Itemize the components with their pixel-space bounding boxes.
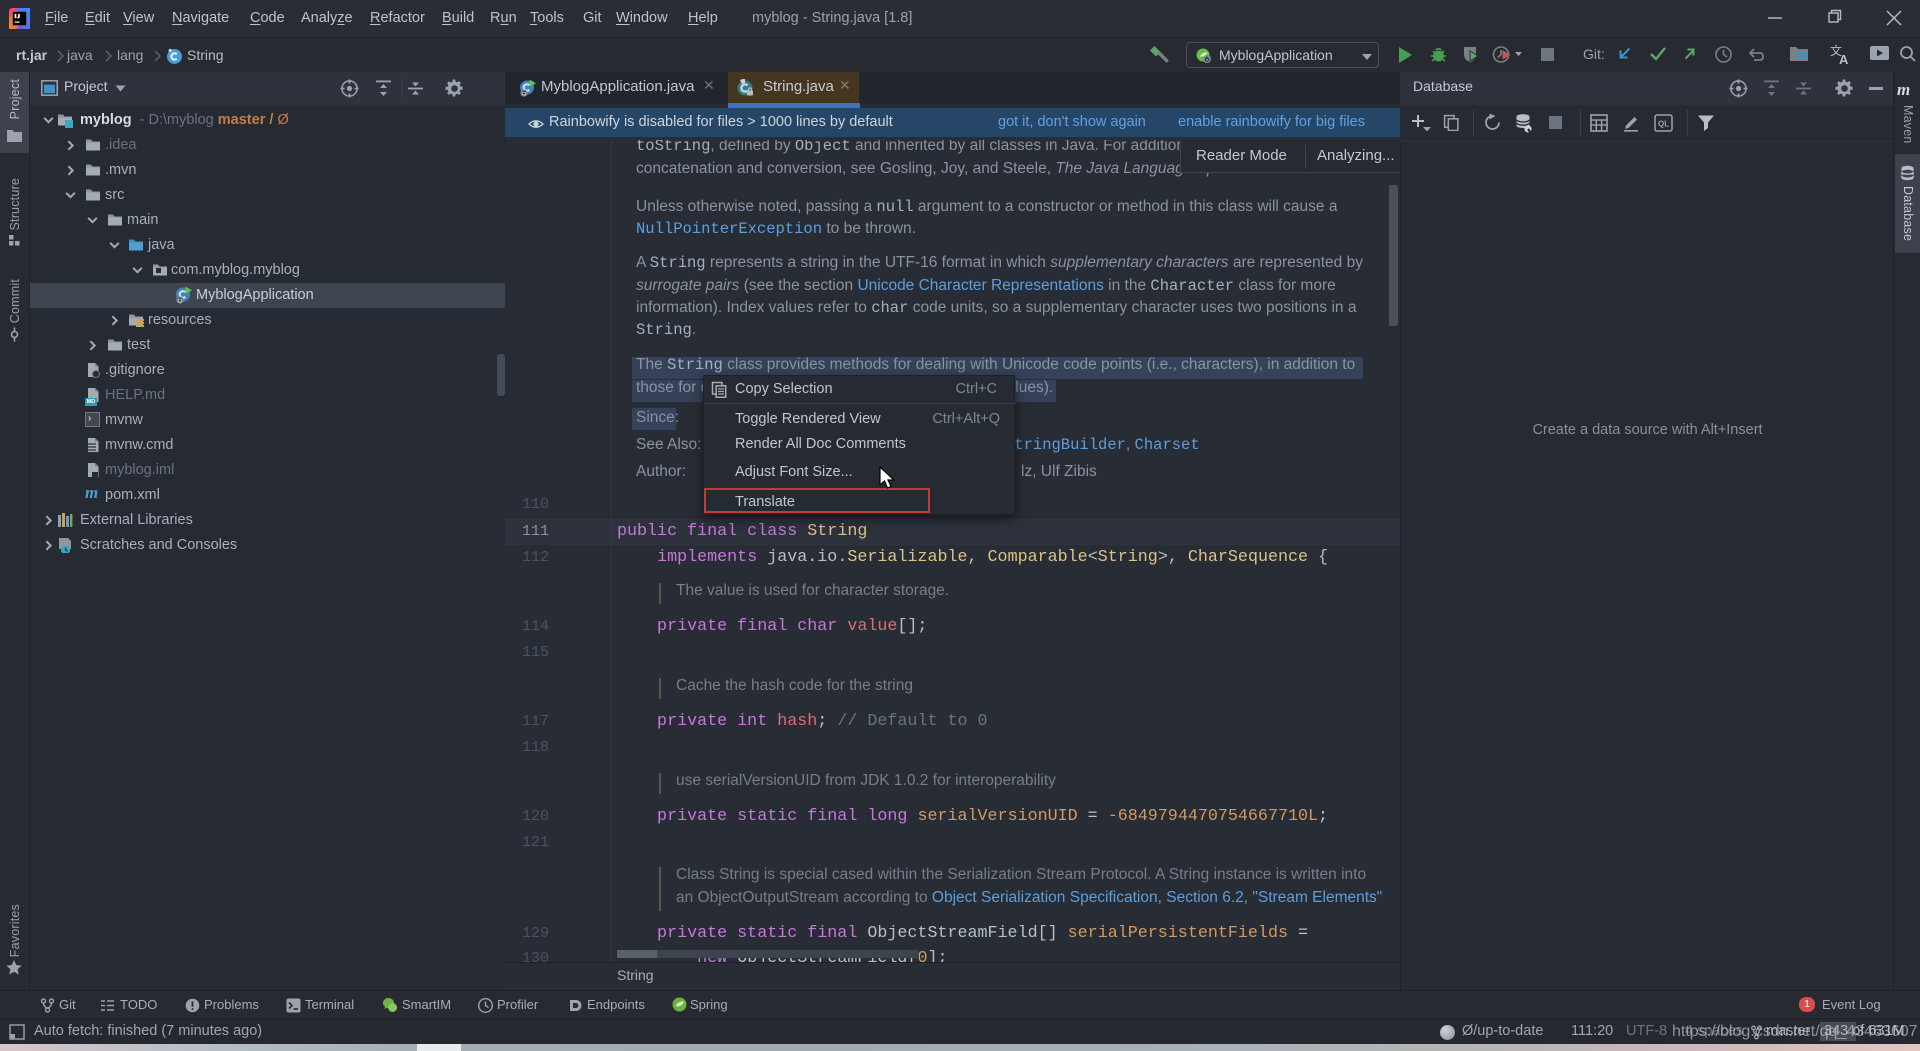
- svg-text:QL: QL: [1658, 120, 1669, 129]
- svg-text:A: A: [1839, 52, 1849, 65]
